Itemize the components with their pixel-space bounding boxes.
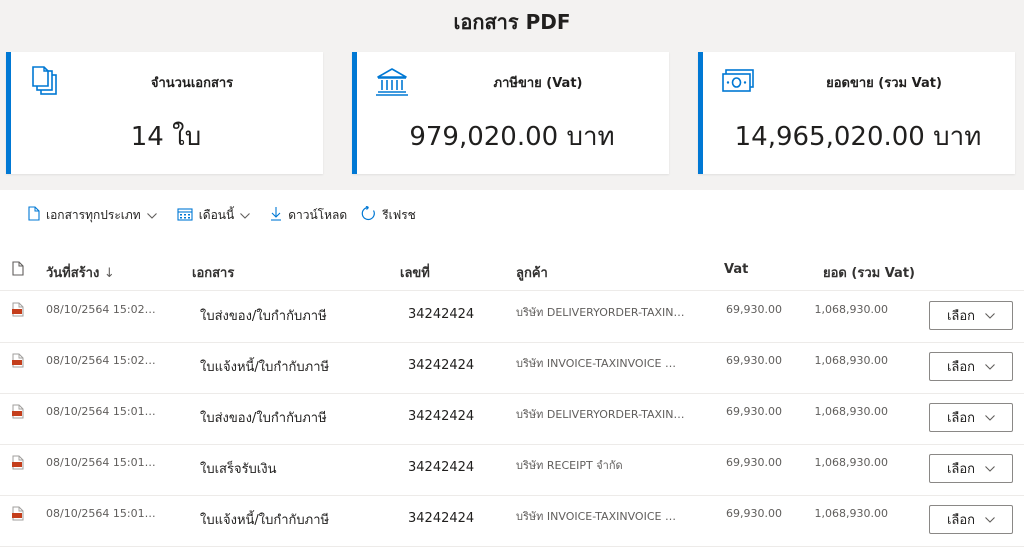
row-vat: 69,930.00 [726, 303, 782, 316]
chevron-down-icon [146, 208, 163, 222]
stat-card-value: 979,020.00 บาท [409, 122, 615, 152]
table-row[interactable]: 08/10/2564 15:01:5... ใบเสร็จรับเงิน 34242… [0, 444, 1024, 496]
row-total: 1,068,930.00 [814, 507, 888, 520]
select-dropdown-button[interactable]: เลือก [929, 301, 1013, 330]
row-vat: 69,930.00 [726, 354, 782, 367]
row-document-number: 34242424 [408, 511, 475, 526]
row-total: 1,068,930.00 [814, 354, 888, 367]
sort-descending-icon: ↓ [103, 266, 115, 281]
select-dropdown-button[interactable]: เลือก [929, 505, 1013, 534]
select-dropdown-button[interactable]: เลือก [929, 352, 1013, 381]
row-vat: 69,930.00 [726, 405, 782, 418]
column-header-date[interactable]: วันที่สร้าง ↓ [46, 262, 115, 283]
pdf-file-icon [12, 302, 24, 321]
refresh-button[interactable]: รีเฟรช [361, 205, 416, 225]
row-document-type[interactable]: ใบเสร็จรับเงิน [200, 458, 277, 479]
row-customer: บริษัท INVOICE-TAXINVOICE จำกัด [516, 510, 686, 523]
row-document-type[interactable]: ใบส่งของ/ใบกำกับภาษี [200, 305, 327, 326]
table-row[interactable]: 08/10/2564 15:02:0... ใบแจ้งหนี้/ใบกำกับภ… [0, 342, 1024, 394]
page-title: เอกสาร PDF [453, 10, 571, 34]
table-row[interactable]: 08/10/2564 15:02:1... ใบส่งของ/ใบกำกับภาษ… [0, 291, 1024, 343]
select-label: เลือก [946, 360, 976, 375]
row-customer: บริษัท DELIVERYORDER-TAXINV... [516, 408, 686, 421]
chevron-down-icon [975, 359, 995, 374]
row-document-number: 34242424 [408, 460, 475, 475]
row-vat: 69,930.00 [726, 456, 782, 469]
table-row[interactable]: 08/10/2564 15:01:5... ใบส่งของ/ใบกำกับภาษ… [0, 393, 1024, 445]
chevron-down-icon [975, 512, 995, 527]
column-header-number[interactable]: เลขที่ [400, 262, 430, 283]
row-date: 08/10/2564 15:02:0... [46, 354, 156, 367]
row-total: 1,068,930.00 [814, 456, 888, 469]
row-document-type[interactable]: ใบแจ้งหนี้/ใบกำกับภาษี [200, 509, 329, 530]
stat-card-label: จำนวนเอกสาร [150, 76, 234, 91]
stat-card-sales-tax: ภาษีขาย (Vat) 979,020.00 บาท [352, 52, 669, 174]
column-header-document[interactable]: เอกสาร [192, 262, 234, 283]
pdf-file-icon [12, 455, 24, 474]
pdf-file-icon [12, 506, 24, 525]
row-customer: บริษัท INVOICE-TAXINVOICE จำกัด [516, 357, 686, 370]
row-date: 08/10/2564 15:02:1... [46, 303, 156, 316]
row-document-number: 34242424 [408, 358, 475, 373]
pdf-file-icon [12, 404, 24, 423]
stat-card-total-sales: ยอดขาย (รวม Vat) 14,965,020.00 บาท [698, 52, 1015, 174]
row-vat: 69,930.00 [726, 507, 782, 520]
select-label: เลือก [946, 513, 976, 528]
stat-card-label: ภาษีขาย (Vat) [493, 76, 583, 91]
stat-card-label: ยอดขาย (รวม Vat) [826, 76, 942, 91]
chevron-down-icon [975, 410, 995, 425]
row-date: 08/10/2564 15:01:5... [46, 405, 156, 418]
chevron-down-icon [975, 461, 995, 476]
column-header-customer[interactable]: ลูกค้า [516, 262, 548, 283]
toolbar: เอกสารทุกประเภท เดือนนี้ ดาวน์โหลด รีเฟร… [28, 204, 430, 226]
row-total: 1,068,930.00 [814, 405, 888, 418]
row-document-type[interactable]: ใบแจ้งหนี้/ใบกำกับภาษี [200, 356, 329, 377]
money-icon [721, 66, 757, 98]
documents-panel: เอกสารทุกประเภท เดือนนี้ ดาวน์โหลด รีเฟร… [0, 190, 1024, 552]
download-button[interactable]: ดาวน์โหลด [270, 206, 347, 225]
download-icon [270, 206, 288, 224]
download-label: ดาวน์โหลด [288, 207, 348, 222]
document-icon [28, 206, 46, 224]
row-total: 1,068,930.00 [814, 303, 888, 316]
row-date: 08/10/2564 15:01:5... [46, 456, 156, 469]
column-header-total[interactable]: ยอด (รวม Vat) [823, 262, 915, 283]
chevron-down-icon [240, 208, 256, 222]
row-document-number: 34242424 [408, 409, 475, 424]
stat-card-value: 14,965,020.00 บาท [734, 122, 982, 152]
bank-icon [375, 66, 411, 98]
refresh-icon [361, 205, 382, 224]
row-document-number: 34242424 [408, 307, 475, 322]
doc-type-filter-label: เอกสารทุกประเภท [46, 207, 141, 222]
stat-card-document-count: จำนวนเอกสาร 14 ใบ [6, 52, 323, 174]
period-filter[interactable]: เดือนนี้ [177, 206, 257, 225]
stat-card-value: 14 ใบ [130, 122, 202, 152]
doc-type-filter[interactable]: เอกสารทุกประเภท [28, 206, 163, 225]
select-label: เลือก [946, 411, 976, 426]
chevron-down-icon [975, 308, 995, 323]
table-row[interactable]: 08/10/2564 15:01:4... ใบแจ้งหนี้/ใบกำกับภ… [0, 495, 1024, 547]
select-label: เลือก [946, 309, 976, 324]
table-header: วันที่สร้าง ↓ เอกสาร เลขที่ ลูกค้า Vat ย… [0, 250, 1024, 291]
calendar-icon [177, 207, 199, 224]
pdf-file-icon [12, 353, 24, 372]
row-document-type[interactable]: ใบส่งของ/ใบกำกับภาษี [200, 407, 327, 428]
column-header-vat[interactable]: Vat [724, 262, 748, 277]
column-header-date-label: วันที่สร้าง [46, 266, 100, 281]
select-dropdown-button[interactable]: เลือก [929, 454, 1013, 483]
select-label: เลือก [946, 462, 976, 477]
period-filter-label: เดือนนี้ [198, 207, 235, 222]
select-dropdown-button[interactable]: เลือก [929, 403, 1013, 432]
refresh-label: รีเฟรช [382, 207, 416, 222]
file-type-icon[interactable] [12, 261, 24, 280]
row-date: 08/10/2564 15:01:4... [46, 507, 156, 520]
row-customer: บริษัท RECEIPT จำกัด [516, 459, 623, 472]
documents-icon [29, 66, 65, 98]
row-customer: บริษัท DELIVERYORDER-TAXINV... [516, 306, 686, 319]
